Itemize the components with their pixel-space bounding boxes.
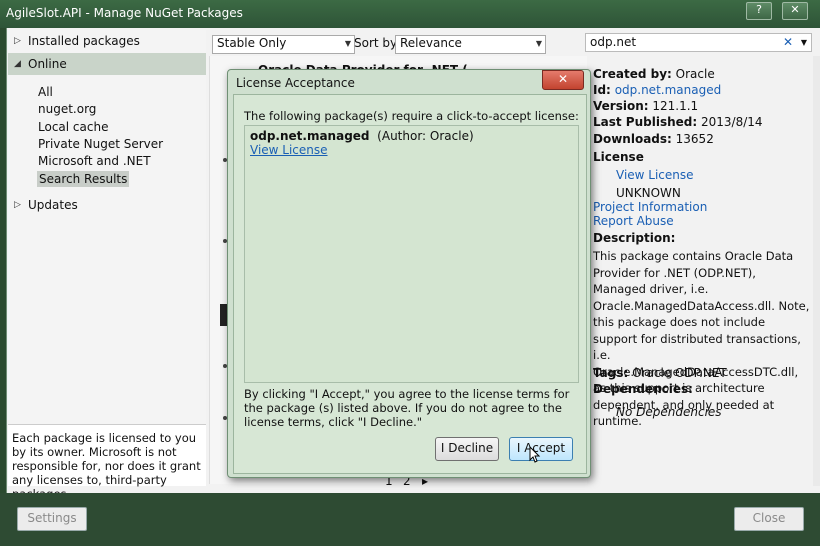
settings-button[interactable]: Settings <box>17 507 87 531</box>
license-dialog: License Acceptance ✕ The following packa… <box>227 69 591 478</box>
details-scrollbar[interactable] <box>813 56 820 486</box>
list-item: odp.net.managed (Author: Oracle) <box>250 129 474 143</box>
tree-label: Updates <box>28 198 78 212</box>
search-value: odp.net <box>590 35 637 49</box>
tags-value: Oracle ODP.NET <box>632 366 727 380</box>
online-item-private-server[interactable]: Private Nuget Server <box>38 136 163 152</box>
accept-button[interactable]: I Accept <box>509 437 573 461</box>
sort-select[interactable]: Relevance ▼ <box>395 35 546 54</box>
clear-search-icon[interactable]: ✕ <box>783 34 793 51</box>
expand-arrow-icon: ▷ <box>14 200 21 210</box>
dialog-title: License Acceptance <box>236 76 355 90</box>
window-close-button[interactable]: ✕ <box>782 2 808 20</box>
mouse-cursor-icon <box>529 446 541 463</box>
online-item-microsoft-net[interactable]: Microsoft and .NET <box>38 153 151 169</box>
view-license-link[interactable]: View License <box>250 143 328 157</box>
tree-label: Online <box>28 57 67 71</box>
sort-label: Sort by: <box>354 36 401 50</box>
dialog-intro: The following package(s) require a click… <box>244 109 579 123</box>
package-id-link[interactable]: odp.net.managed <box>615 83 722 97</box>
help-button[interactable]: ? <box>746 2 772 20</box>
terms-text: By clicking "I Accept," you agree to the… <box>244 387 570 429</box>
tree-online[interactable]: ◢ Online <box>8 53 206 75</box>
chevron-down-icon: ▼ <box>535 39 542 48</box>
online-item-search-results[interactable]: Search Results <box>37 171 130 187</box>
close-button[interactable]: Close <box>734 507 804 531</box>
created-by-label: Created by: <box>593 67 672 81</box>
view-license-link[interactable]: View License <box>616 167 694 183</box>
downloads-value: 13652 <box>675 132 714 146</box>
description-label: Description: <box>593 231 676 245</box>
description-text: This package contains Oracle Data Provid… <box>593 249 810 428</box>
decline-button[interactable]: I Decline <box>435 437 499 461</box>
sort-value: Relevance <box>400 36 462 50</box>
expand-arrow-icon: ▷ <box>14 36 21 46</box>
dialog-body: The following package(s) require a click… <box>233 94 587 474</box>
created-by-value: Oracle <box>675 67 715 81</box>
tree-installed-packages[interactable]: ▷ Installed packages <box>8 30 206 52</box>
dependencies-label: Dependencies: <box>593 382 693 396</box>
published-value: 2013/8/14 <box>701 115 763 129</box>
report-abuse-link[interactable]: Report Abuse <box>593 213 674 229</box>
package-author: (Author: Oracle) <box>377 129 474 143</box>
package-details: Created by: Oracle Id: odp.net.managed V… <box>593 64 815 484</box>
collapse-arrow-icon: ◢ <box>14 59 21 69</box>
package-name: odp.net.managed <box>250 129 370 143</box>
search-input[interactable]: odp.net ✕ ▼ <box>585 33 812 52</box>
chevron-down-icon[interactable]: ▼ <box>801 34 807 51</box>
chevron-down-icon: ▼ <box>344 39 351 48</box>
published-label: Last Published: <box>593 115 698 129</box>
online-item-all[interactable]: All <box>38 84 53 100</box>
online-item-nuget-org[interactable]: nuget.org <box>38 101 96 117</box>
dependencies-value: No Dependencies <box>616 405 722 419</box>
left-pane: ▷ Installed packages ◢ Online All nuget.… <box>8 30 206 485</box>
dialog-close-button[interactable]: ✕ <box>542 70 584 90</box>
bottom-bar: Settings Close <box>0 493 820 546</box>
version-value: 121.1.1 <box>652 99 699 113</box>
tree-updates[interactable]: ▷ Updates <box>8 194 206 216</box>
tags-label: Tags: <box>593 366 629 380</box>
license-package-list: odp.net.managed (Author: Oracle) View Li… <box>244 125 579 383</box>
window-title: AgileSlot.API - Manage NuGet Packages <box>6 6 243 20</box>
license-label: License <box>593 150 644 164</box>
filter-value: Stable Only <box>217 36 287 50</box>
online-item-local-cache[interactable]: Local cache <box>38 119 108 135</box>
window-titlebar: AgileSlot.API - Manage NuGet Packages ? … <box>0 0 820 28</box>
license-notice: Each package is licensed to you by its o… <box>8 424 206 501</box>
tree-label: Installed packages <box>28 34 140 48</box>
downloads-label: Downloads: <box>593 132 672 146</box>
version-label: Version: <box>593 99 649 113</box>
filter-select[interactable]: Stable Only ▼ <box>212 35 355 54</box>
id-label: Id: <box>593 83 611 97</box>
